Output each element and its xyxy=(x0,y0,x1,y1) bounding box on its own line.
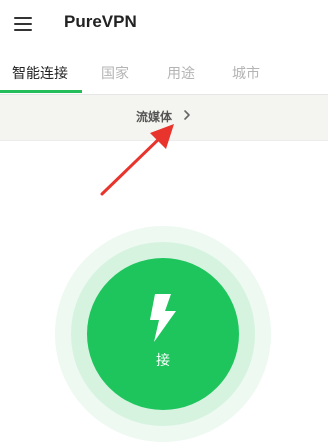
tab-city[interactable]: 城市 xyxy=(232,63,260,83)
chevron-right-icon xyxy=(184,110,190,120)
tab-country[interactable]: 国家 xyxy=(101,63,129,83)
streaming-row[interactable]: 流媒体 xyxy=(0,95,328,141)
connect-button[interactable]: 接 xyxy=(87,258,239,410)
streaming-label: 流媒体 xyxy=(136,110,173,124)
tab-bar: 智能连接 国家 用途 城市 xyxy=(0,50,328,95)
app-title: PureVPN xyxy=(64,12,137,31)
hamburger-menu-icon[interactable] xyxy=(14,17,32,31)
top-app-bar: PureVPN xyxy=(0,0,328,50)
lightning-bolt-icon xyxy=(150,294,176,342)
tab-smart-connect[interactable]: 智能连接 xyxy=(12,63,68,83)
active-tab-indicator xyxy=(0,90,82,93)
connect-label: 接 xyxy=(156,353,170,369)
tab-purpose[interactable]: 用途 xyxy=(167,63,195,83)
